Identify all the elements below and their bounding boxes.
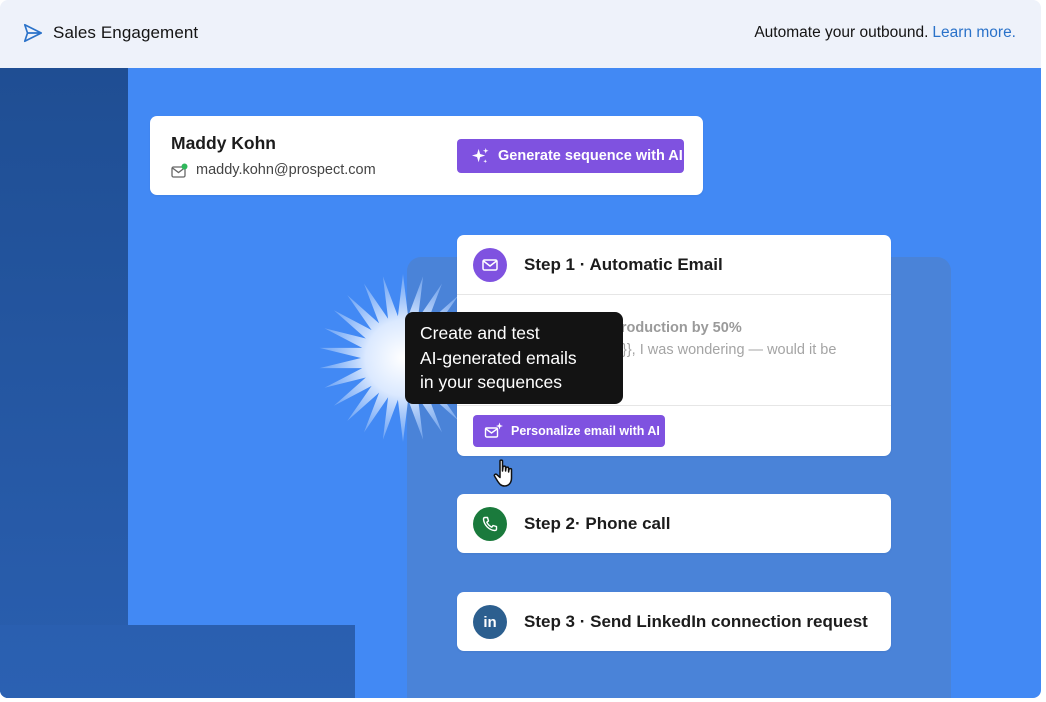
email-subject-preview: production by 50% — [612, 320, 742, 336]
contact-card: Maddy Kohn maddy.kohn@prospect.com Gener… — [150, 116, 703, 195]
sparkle-icon — [471, 147, 489, 163]
contact-name: Maddy Kohn — [171, 133, 276, 153]
svg-text:in: in — [483, 614, 496, 631]
personalize-email-label: Personalize email with AI — [511, 424, 660, 438]
top-bar: Sales Engagement Automate your outbound.… — [0, 0, 1041, 68]
mail-sparkle-icon — [484, 422, 503, 438]
step-card-2[interactable]: Step 2· Phone call — [457, 494, 891, 553]
tagline: Automate your outbound. Learn more. — [754, 24, 1016, 42]
hero-stage: Maddy Kohn maddy.kohn@prospect.com Gener… — [0, 68, 1041, 698]
decor-bottom-panel — [0, 625, 355, 698]
step-3-icon-badge: in — [473, 605, 507, 639]
step-2-icon-badge — [473, 507, 507, 541]
step-1-header: Step 1 · Automatic Email — [473, 248, 723, 282]
phone-icon — [482, 516, 498, 532]
step-2-title: Step 2· Phone call — [524, 514, 671, 533]
step-2-header: Step 2· Phone call — [473, 507, 670, 541]
feature-tooltip: Create and test AI-generated emails in y… — [405, 312, 623, 404]
step-3-header: in Step 3 · Send LinkedIn connection req… — [473, 605, 868, 639]
tooltip-line-3: in your sequences — [420, 372, 563, 392]
step-1-icon-badge — [473, 248, 507, 282]
email-verified-icon — [171, 163, 188, 178]
brand[interactable]: Sales Engagement — [22, 22, 198, 44]
step-1-title: Step 1 · Automatic Email — [524, 255, 723, 274]
email-body-preview: }}, I was wondering — would it be — [622, 342, 837, 358]
learn-more-link[interactable]: Learn more. — [932, 24, 1016, 41]
decor-left-panel — [0, 68, 128, 698]
generate-sequence-label: Generate sequence with AI — [498, 148, 683, 164]
mail-icon — [482, 259, 498, 271]
step-1-divider-top — [457, 294, 891, 295]
contact-email: maddy.kohn@prospect.com — [196, 162, 376, 178]
hand-pointer-icon — [493, 459, 513, 487]
step-1-divider-bottom — [457, 405, 891, 406]
personalize-email-button[interactable]: Personalize email with AI — [473, 415, 665, 447]
brand-label: Sales Engagement — [53, 23, 199, 42]
generate-sequence-button[interactable]: Generate sequence with AI — [457, 139, 684, 173]
linkedin-icon: in — [483, 614, 496, 631]
paper-plane-icon — [23, 23, 43, 43]
tagline-text: Automate your outbound. — [754, 24, 929, 41]
tooltip-line-2: AI-generated emails — [420, 347, 577, 368]
step-card-3[interactable]: in Step 3 · Send LinkedIn connection req… — [457, 592, 891, 651]
tooltip-line-1: Create and test — [420, 323, 540, 343]
step-3-title: Step 3 · Send LinkedIn connection reques… — [524, 612, 868, 631]
contact-email-row: maddy.kohn@prospect.com — [171, 162, 376, 178]
